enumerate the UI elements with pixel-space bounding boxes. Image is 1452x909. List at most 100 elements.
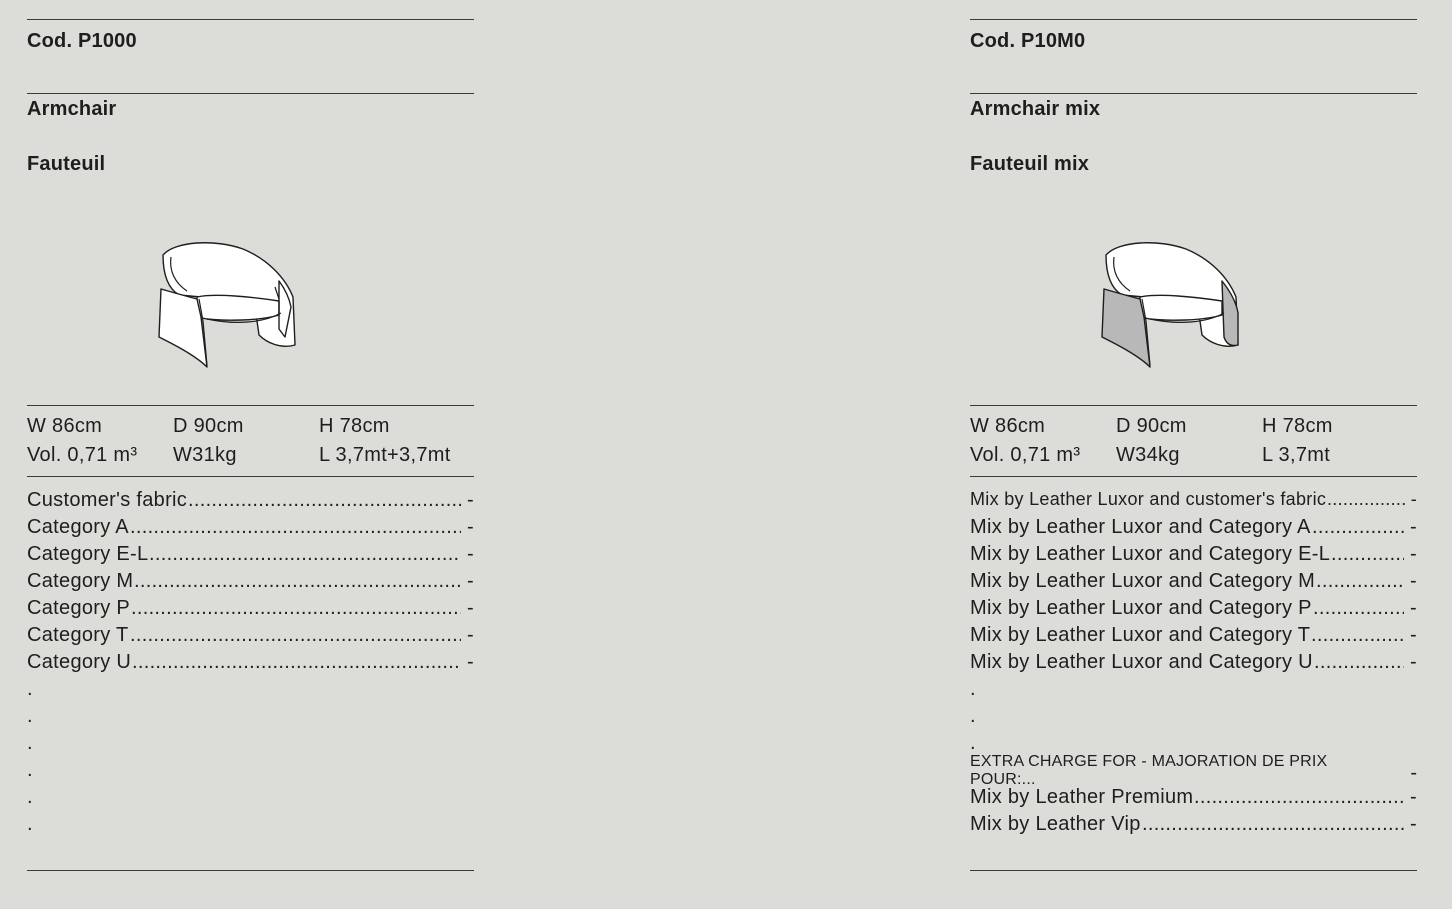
dim-height: H 78cm <box>319 415 390 437</box>
dot-leader: ........................................… <box>130 516 461 538</box>
price-value: - <box>1410 651 1417 673</box>
divider <box>970 19 1417 20</box>
price-row: Category P..............................… <box>27 597 474 623</box>
dim-length: L 3,7mt <box>1262 444 1331 466</box>
price-value: - <box>467 651 474 673</box>
dot-leader: ........................................… <box>134 570 461 592</box>
price-row: Mix by Leather Luxor and Category P.....… <box>970 597 1417 623</box>
dot-leader: ........................................… <box>149 543 461 565</box>
price-value: - <box>467 516 474 538</box>
dim-depth: D 90cm <box>1116 415 1187 437</box>
product-code: Cod. P10M0 <box>970 30 1086 52</box>
price-value: - <box>467 624 474 646</box>
price-value: - <box>1410 597 1417 619</box>
price-row: Mix by Leather Premium..................… <box>970 786 1417 812</box>
dot-leader: ........................................… <box>188 489 461 511</box>
price-row: Mix by Leather Luxor and Category E-L...… <box>970 543 1417 569</box>
price-label: Mix by Leather Luxor and Category A <box>970 516 1311 538</box>
price-value: - <box>467 597 474 619</box>
dot-leader: ........................................… <box>1312 516 1404 538</box>
price-value: - <box>1410 516 1417 538</box>
price-label: Category U <box>27 651 132 673</box>
dim-weight: W31kg <box>173 444 237 466</box>
placeholder-dot: . <box>27 813 33 835</box>
price-label: Category T <box>27 624 129 646</box>
price-row: Category T..............................… <box>27 624 474 650</box>
dot-leader: ........................................… <box>1313 597 1404 619</box>
price-row: Mix by Leather Luxor and Category T.....… <box>970 624 1417 650</box>
price-row: Customer's fabric.......................… <box>27 489 474 515</box>
price-label: Category E-L <box>27 543 149 565</box>
dim-depth: D 90cm <box>173 415 244 437</box>
dot-leader: ........................................… <box>1327 489 1405 509</box>
price-label: Mix by Leather Vip <box>970 813 1141 835</box>
price-label: Category P <box>27 597 131 619</box>
placeholder-dot: . <box>970 732 976 754</box>
dim-width: W 86cm <box>970 415 1046 437</box>
price-label: Category A <box>27 516 129 538</box>
dim-width: W 86cm <box>27 415 103 437</box>
armchair-mix-illustration-icon <box>1101 242 1239 368</box>
divider <box>27 93 474 94</box>
dot-leader: ........................................… <box>1331 543 1404 565</box>
price-value: - <box>1410 543 1417 565</box>
price-label: Mix by Leather Luxor and Category E-L <box>970 543 1331 565</box>
price-label: Customer's fabric <box>27 489 188 511</box>
product-code: Cod. P1000 <box>27 30 137 52</box>
price-value: - <box>467 489 474 511</box>
divider <box>27 476 474 477</box>
price-row: Category M..............................… <box>27 570 474 596</box>
price-label: Category M <box>27 570 134 592</box>
placeholder-dot: . <box>27 678 33 700</box>
price-label: Mix by Leather Luxor and Category P <box>970 597 1312 619</box>
price-row: Mix by Leather Vip......................… <box>970 813 1417 839</box>
divider <box>27 19 474 20</box>
divider <box>27 870 474 871</box>
price-row: Mix by Leather Luxor and Category M.....… <box>970 570 1417 596</box>
dim-weight: W34kg <box>1116 444 1180 466</box>
price-value: - <box>1410 624 1417 646</box>
price-row: Mix by Leather Luxor and customer's fabr… <box>970 489 1417 515</box>
price-value: - <box>1410 570 1417 592</box>
divider <box>970 405 1417 406</box>
extra-charge-note: EXTRA CHARGE FOR - MAJORATION DE PRIX PO… <box>970 753 1328 788</box>
divider <box>970 93 1417 94</box>
price-label: Mix by Leather Premium <box>970 786 1194 808</box>
price-label: Mix by Leather Luxor and Category T <box>970 624 1311 646</box>
price-row: Category E-L............................… <box>27 543 474 569</box>
dot-leader: ........................................… <box>1314 651 1404 673</box>
dot-leader: ........................................… <box>1311 624 1404 646</box>
price-label: Mix by Leather Luxor and customer's fabr… <box>970 489 1327 509</box>
dot-leader: ........................................… <box>1194 786 1404 808</box>
price-value: - <box>1410 489 1417 509</box>
product-name-fr: Fauteuil <box>27 153 106 175</box>
price-value: - <box>467 570 474 592</box>
divider <box>970 476 1417 477</box>
placeholder-dot: . <box>27 705 33 727</box>
dot-leader: ........................................… <box>131 597 461 619</box>
price-value: - <box>1410 786 1417 808</box>
dot-leader: ........................................… <box>1316 570 1404 592</box>
extra-charge-value: - <box>1410 762 1417 784</box>
divider <box>970 870 1417 871</box>
placeholder-dot: . <box>27 786 33 808</box>
price-row: Category U..............................… <box>27 651 474 677</box>
price-row: Category A..............................… <box>27 516 474 542</box>
dot-leader: ........................................… <box>130 624 461 646</box>
dot-leader: ........................................… <box>132 651 461 673</box>
price-label: Mix by Leather Luxor and Category M <box>970 570 1316 592</box>
dim-volume: Vol. 0,71 m³ <box>27 444 138 466</box>
dot-leader: ........................................… <box>1142 813 1404 835</box>
price-row: Mix by Leather Luxor and Category U.....… <box>970 651 1417 677</box>
dim-length: L 3,7mt+3,7mt <box>319 444 451 466</box>
placeholder-dot: . <box>970 678 976 700</box>
price-row: Mix by Leather Luxor and Category A.....… <box>970 516 1417 542</box>
price-label: Mix by Leather Luxor and Category U <box>970 651 1313 673</box>
armchair-illustration-icon <box>158 242 296 368</box>
price-value: - <box>1410 813 1417 835</box>
product-name-fr: Fauteuil mix <box>970 153 1090 175</box>
divider <box>27 405 474 406</box>
dim-volume: Vol. 0,71 m³ <box>970 444 1081 466</box>
placeholder-dot: . <box>27 759 33 781</box>
placeholder-dot: . <box>970 705 976 727</box>
